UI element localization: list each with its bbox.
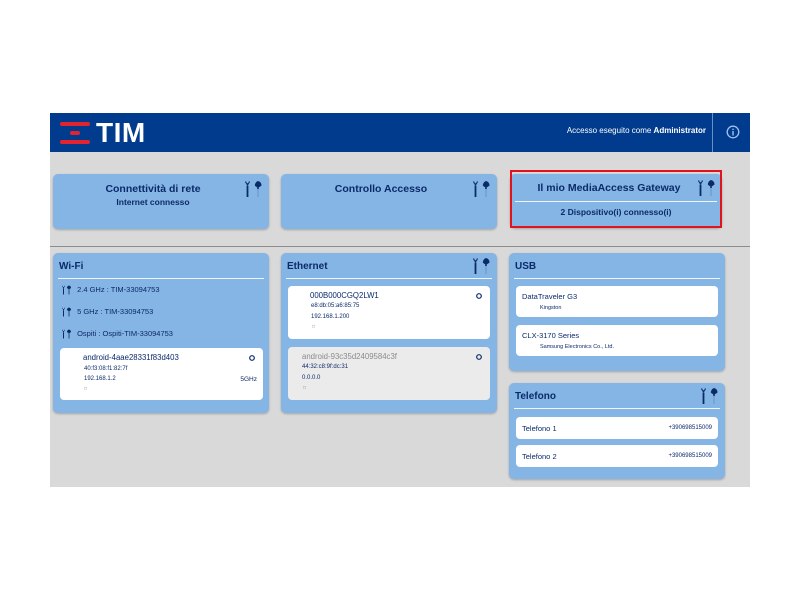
tools-icon[interactable] (243, 180, 263, 198)
wifi-ssid: : Ospiti-TIM-33094753 (98, 329, 173, 338)
access-user: Administrator (653, 126, 706, 135)
usb-device[interactable]: DataTraveler G3 Kingston (516, 286, 718, 317)
ethernet-divider (286, 278, 492, 279)
ethernet-title: Ethernet (287, 261, 328, 272)
device-band: 5GHz (240, 376, 257, 383)
telefono-line[interactable]: Telefono 1 +390698515009 (516, 417, 718, 439)
device-mac: e8:db:05:a6:85:75 (311, 303, 360, 309)
line-name: Telefono 1 (522, 424, 557, 433)
wifi-network-guest[interactable]: Ospiti : Ospiti-TIM-33094753 (61, 329, 173, 339)
wifi-title: Wi-Fi (59, 261, 84, 272)
device-name: 000B000CGQ2LW1 (310, 291, 379, 300)
usb-device-vendor: Samsung Electronics Co., Ltd. (540, 344, 614, 350)
device-extra: □ (84, 386, 88, 392)
connettivita-title: Connettività di rete (105, 183, 201, 195)
usb-device-name: CLX-3170 Series (522, 331, 580, 340)
device-name: android-93c35d2409584c3f (302, 352, 397, 361)
connettivita-status: Internet connesso (116, 197, 190, 207)
line-number: +390698515009 (668, 425, 712, 431)
settings-gear-icon[interactable] (476, 354, 482, 360)
line-name: Telefono 2 (522, 452, 557, 461)
selection-highlight (510, 170, 722, 228)
header-divider (712, 113, 713, 152)
info-icon[interactable] (726, 125, 740, 139)
device-ip: 192.168.1.200 (311, 314, 350, 320)
section-divider (50, 246, 750, 247)
access-label: Accesso eseguito come (566, 126, 652, 135)
usb-device-vendor: Kingston (540, 305, 562, 311)
wifi-settings-icon (61, 285, 75, 295)
wifi-band: Ospiti (77, 329, 97, 338)
device-mac: 44:32:c8:9f:dc:31 (302, 364, 349, 370)
tools-icon[interactable] (471, 257, 491, 275)
settings-gear-icon[interactable] (476, 293, 482, 299)
wifi-ssid: : TIM-33094753 (100, 307, 154, 316)
gateway-app: TIM Accesso eseguito come Administrator … (50, 113, 750, 487)
card-controllo-accesso[interactable]: Controllo Accesso (281, 174, 497, 229)
wifi-network-5[interactable]: 5 GHz : TIM-33094753 (61, 307, 153, 317)
card-ethernet[interactable]: Ethernet 000B000CGQ2LW1 e8:db:05:a6:85:7… (281, 253, 497, 413)
wifi-settings-icon (61, 329, 75, 339)
usb-device-name: DataTraveler G3 (522, 292, 578, 301)
ethernet-device-card-inactive[interactable]: android-93c35d2409584c3f 44:32:c8:9f:dc:… (288, 347, 490, 400)
logo-text: TIM (96, 117, 146, 148)
line-number: +390698515009 (668, 453, 712, 459)
device-extra: □ (312, 324, 316, 330)
card-connettivita[interactable]: Connettività di rete Internet connesso (53, 174, 269, 229)
telefono-line[interactable]: Telefono 2 +390698515009 (516, 445, 718, 467)
card-usb[interactable]: USB DataTraveler G3 Kingston CLX-3170 Se… (509, 253, 725, 371)
top-bar: TIM Accesso eseguito come Administrator (50, 113, 750, 152)
telefono-title: Telefono (515, 391, 556, 402)
device-ip: 0.0.0.0 (302, 375, 321, 381)
wifi-band: 2.4 GHz (77, 285, 105, 294)
device-ip: 192.168.1.2 (84, 376, 116, 382)
device-mac: 40:f3:08:f1:82:7f (84, 366, 128, 372)
device-extra: □ (303, 385, 307, 391)
telefono-divider (514, 408, 720, 409)
ethernet-device-card[interactable]: 000B000CGQ2LW1 e8:db:05:a6:85:75 192.168… (288, 286, 490, 339)
card-telefono[interactable]: Telefono Telefono 1 +390698515009 Telefo… (509, 383, 725, 479)
tools-icon[interactable] (471, 180, 491, 198)
wifi-band: 5 GHz (77, 307, 99, 316)
controllo-title: Controllo Accesso (334, 183, 428, 195)
usb-device[interactable]: CLX-3170 Series Samsung Electronics Co.,… (516, 325, 718, 356)
access-status: Accesso eseguito come Administrator (567, 126, 706, 135)
settings-gear-icon[interactable] (249, 355, 255, 361)
usb-divider (514, 278, 720, 279)
usb-title: USB (515, 261, 537, 272)
card-wifi[interactable]: Wi-Fi 2.4 GHz : TIM-33094753 5 GHz : TIM… (53, 253, 269, 413)
wifi-network-24[interactable]: 2.4 GHz : TIM-33094753 (61, 285, 160, 295)
device-name: android-4aae28331f83d403 (83, 353, 179, 362)
wifi-device-card[interactable]: android-4aae28331f83d403 40:f3:08:f1:82:… (60, 348, 263, 400)
tim-logo-bars-icon (60, 122, 90, 144)
wifi-divider (58, 278, 264, 279)
tools-icon[interactable] (699, 387, 719, 405)
wifi-settings-icon (61, 307, 75, 317)
wifi-ssid: : TIM-33094753 (106, 285, 160, 294)
